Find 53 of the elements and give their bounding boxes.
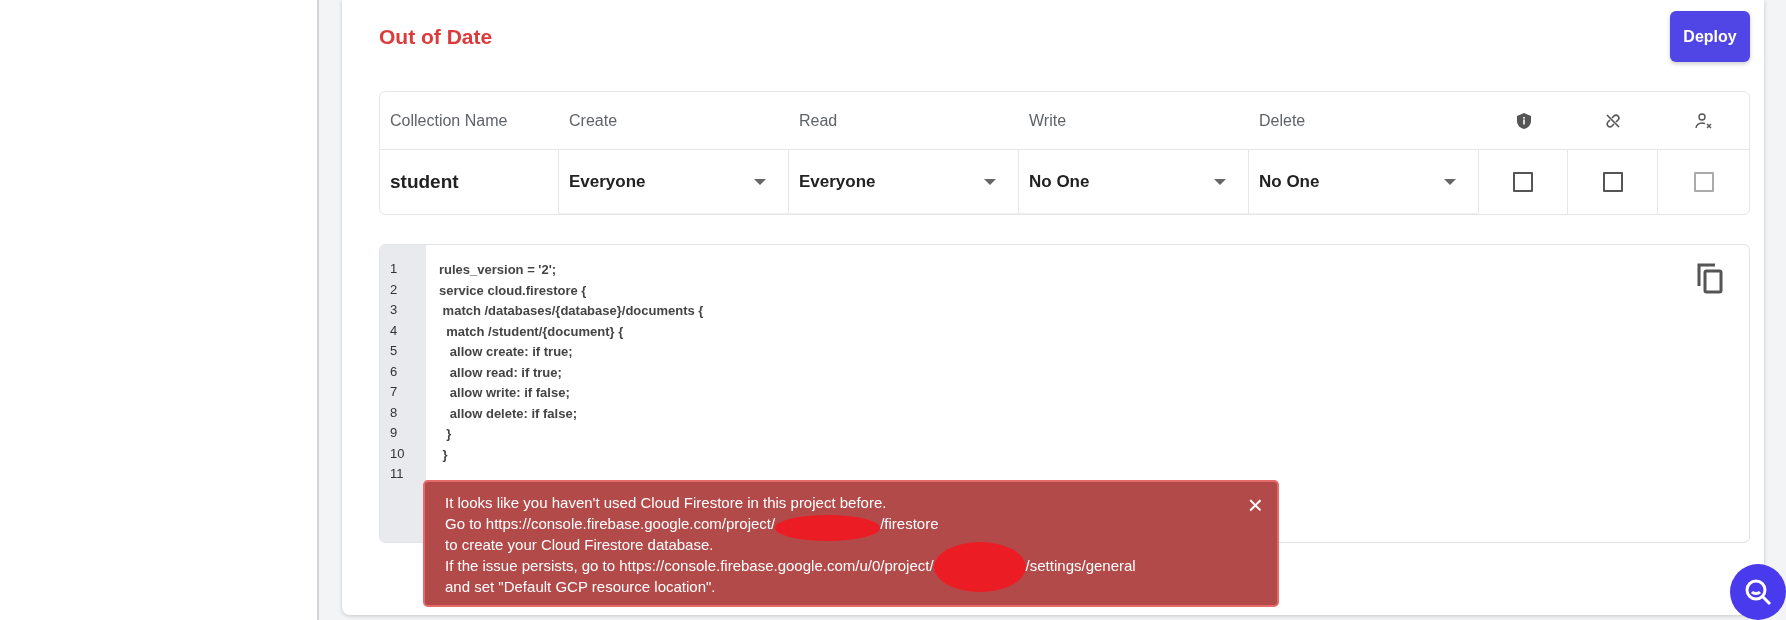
code-line: allow read: if true;: [448, 364, 562, 380]
caret-icon: [1214, 179, 1226, 185]
code-line: }: [441, 446, 448, 462]
search-icon: [1743, 577, 1773, 607]
line-number: 9: [390, 425, 398, 440]
line-number: 11: [390, 466, 404, 481]
shield-icon: [1516, 112, 1531, 129]
link-off-icon: [1605, 112, 1621, 129]
toast-message: /settings/general: [1025, 557, 1136, 574]
line-number: 1: [390, 261, 398, 276]
permission-dropdown[interactable]: Everyone: [789, 150, 1019, 214]
line-number: 5: [390, 343, 398, 358]
line-number: 7: [390, 384, 398, 399]
permission-dropdown[interactable]: No One: [1019, 150, 1249, 214]
permission-dropdown[interactable]: No One: [1249, 150, 1479, 214]
code-line: match /databases/{database}/documents {: [441, 303, 704, 318]
search-button[interactable]: [1730, 564, 1786, 620]
deploy-button[interactable]: Deploy: [1670, 11, 1750, 62]
code-line: match /student/{document} {: [445, 323, 624, 339]
toast-message: If the issue persists, go to https://console.firebase.google.com/u/0/project/: [445, 557, 934, 574]
caret-icon: [1444, 179, 1456, 185]
collection-name: student: [380, 150, 559, 214]
caret-icon: [984, 179, 996, 185]
line-number: 4: [390, 322, 398, 338]
line-number: 3: [390, 302, 398, 317]
permission-dropdown[interactable]: Everyone: [559, 150, 789, 214]
checkbox[interactable]: [1602, 172, 1623, 192]
code-line: rules_version = '2';: [439, 262, 557, 277]
line-number: 8: [390, 404, 398, 420]
column-header: Collection Name: [390, 111, 508, 130]
toast-message: Go to https://console.firebase.google.com/project/: [445, 515, 776, 532]
close-button[interactable]: ×: [1247, 492, 1263, 518]
line-number: 10: [390, 445, 405, 461]
line-number: 6: [390, 363, 398, 379]
toast-message: to create your Cloud Firestore database.: [445, 536, 714, 553]
column-header: Delete: [1259, 111, 1306, 130]
caret-icon: [754, 179, 766, 185]
column-header: Write: [1029, 111, 1067, 130]
toast-message: and set "Default GCP resource location".: [445, 578, 716, 595]
line-number: 2: [390, 281, 398, 297]
code-line: allow create: if true;: [448, 344, 573, 359]
code-line: }: [445, 426, 452, 441]
toast-message: /firestore: [880, 515, 939, 532]
checkbox[interactable]: [1513, 172, 1533, 192]
code-line: service cloud.firestore {: [439, 282, 587, 298]
column-header: Read: [799, 111, 838, 130]
toast-message: It looks like you haven't used Cloud Firestore in this project before.: [445, 494, 887, 511]
code-line: allow write: if false;: [448, 385, 570, 400]
code-line: allow delete: if false;: [448, 405, 577, 421]
copy-icon[interactable]: [1696, 262, 1724, 294]
user-remove-icon: [1694, 111, 1713, 130]
section-title: Out of Date: [379, 24, 493, 49]
column-header: Create: [569, 111, 618, 130]
